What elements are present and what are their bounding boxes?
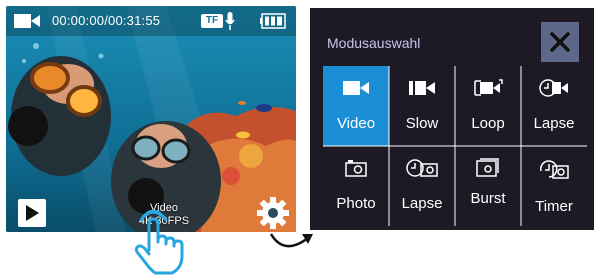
mode-tile-slow[interactable]: Slow <box>389 66 455 146</box>
close-button[interactable] <box>541 22 579 62</box>
mode-tile-photo[interactable]: Photo <box>323 146 389 226</box>
photo-camera-icon <box>323 156 389 180</box>
video-camera-icon <box>323 76 389 100</box>
mode-label-slow: Slow <box>405 115 439 132</box>
settings-button[interactable] <box>256 196 290 232</box>
recording-timecode: 00:00:00/00:31:55 <box>52 13 161 28</box>
panel-title: Modusauswahl <box>327 35 421 51</box>
burst-icon <box>455 156 521 180</box>
mode-label-photo-lapse: Lapse <box>401 195 443 212</box>
mode-tile-photo-lapse[interactable]: Lapse <box>389 146 455 226</box>
battery-icon <box>260 13 286 34</box>
mode-tile-timer[interactable]: Timer <box>521 146 587 226</box>
mode-label-video-lapse: Lapse <box>533 115 575 132</box>
camera-live-view: 00:00:00/00:31:55 TF Video 4K 30FPS <box>6 6 296 232</box>
mode-label-timer: Timer <box>535 198 573 215</box>
status-bar: 00:00:00/00:31:55 TF <box>6 6 296 36</box>
mode-selection-panel: Modusauswahl Video Slow Loop Lapse Photo… <box>310 8 594 230</box>
gear-icon <box>257 197 289 229</box>
storage-card-badge: TF <box>201 14 223 28</box>
playback-button[interactable] <box>18 199 46 227</box>
mode-label-loop: Loop <box>471 115 505 132</box>
slow-motion-icon <box>389 76 455 100</box>
photo-lapse-icon <box>389 156 455 180</box>
mode-label-photo: Photo <box>336 195 376 212</box>
play-icon <box>26 205 39 221</box>
mode-tile-video-lapse[interactable]: Lapse <box>521 66 587 146</box>
underwater-photo <box>6 6 296 232</box>
curved-arrow-icon <box>268 228 314 263</box>
loop-recording-icon <box>455 76 521 100</box>
mode-tile-loop[interactable]: Loop <box>455 66 521 146</box>
mode-label-burst: Burst <box>470 190 506 207</box>
video-lapse-icon <box>521 76 587 100</box>
mode-label-video: Video <box>336 115 376 132</box>
mode-tile-burst[interactable]: Burst <box>455 146 521 226</box>
timer-icon <box>521 156 587 180</box>
close-icon <box>550 32 570 52</box>
tap-hand-icon <box>127 209 187 280</box>
video-camera-icon <box>14 12 40 35</box>
mode-grid: Video Slow Loop Lapse Photo Lapse Burst … <box>323 66 587 226</box>
microphone-icon <box>225 11 235 36</box>
mode-tile-video[interactable]: Video <box>323 66 389 146</box>
